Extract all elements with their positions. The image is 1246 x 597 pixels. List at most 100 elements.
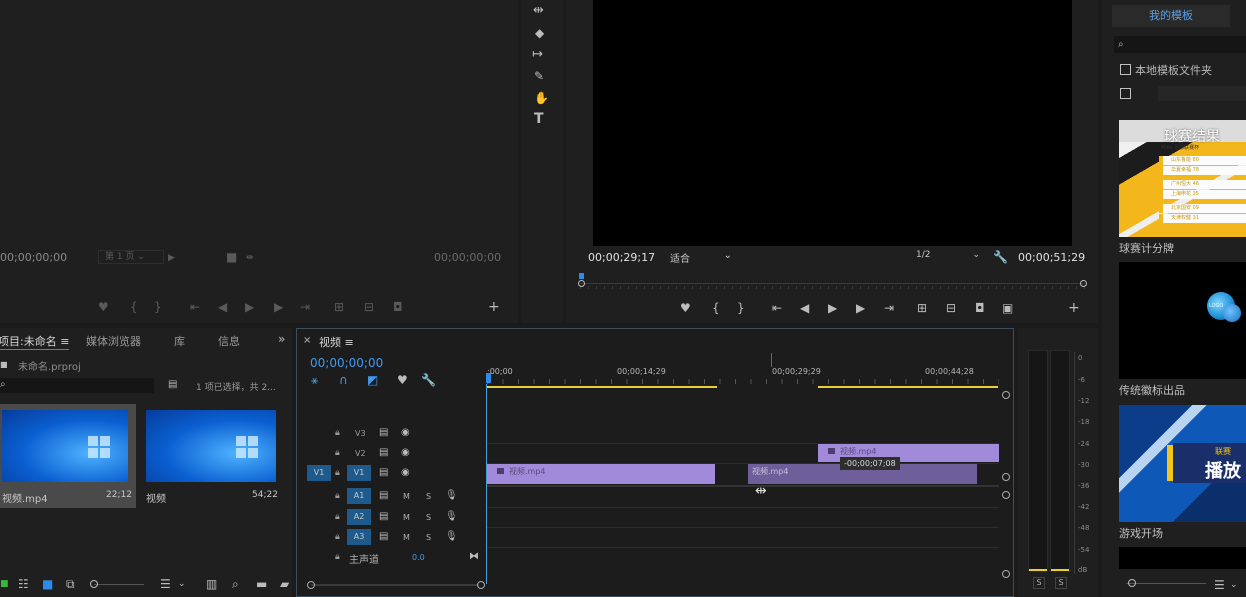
add-marker-icon[interactable]: ♥ — [680, 302, 691, 314]
lock-icon[interactable]: 🔒︎ — [335, 531, 340, 543]
template-thumb-scoreboard[interactable]: 球赛结果 Mike 足球联赛杯 山东鲁能 80 华夏幸福 78 广州恒大 46 … — [1119, 120, 1246, 237]
page-select[interactable]: 第 1 页 ⌄ — [98, 250, 164, 264]
step-forward-icon[interactable]: ▶ — [856, 302, 865, 314]
pen-icon[interactable]: ✎ — [534, 70, 544, 82]
add-marker-icon[interactable]: ♥ — [98, 301, 109, 313]
filter-dropdown[interactable] — [1158, 86, 1246, 101]
microphone-icon[interactable]: 🎙︎ — [445, 531, 458, 543]
track-target-a3[interactable]: A3 — [347, 529, 371, 545]
sync-lock-icon[interactable]: ▤ — [379, 427, 388, 439]
step-back-icon[interactable]: ◀ — [800, 302, 809, 314]
template-thumb-logo[interactable]: LOGO — [1119, 262, 1246, 379]
settings-wrench-icon[interactable]: 🔧 — [421, 374, 436, 386]
time-ruler[interactable]: ;00;00 00;00;14;29 00;00;29;29 00;00;44;… — [486, 353, 999, 391]
mute-button[interactable]: M — [403, 533, 410, 542]
nest-icon[interactable]: ⚹ — [311, 374, 318, 386]
go-to-in-icon[interactable]: ⇤ — [772, 302, 782, 314]
tab-library[interactable]: 库 — [174, 333, 185, 349]
overwrite-icon[interactable]: ⊟ — [364, 301, 374, 313]
freeform-view-icon[interactable]: ⧉ — [66, 578, 75, 590]
mute-button[interactable]: M — [403, 513, 410, 522]
lock-icon[interactable]: ■ — [0, 578, 9, 590]
lock-icon[interactable]: 🔒︎ — [335, 447, 340, 459]
source-timecode[interactable]: 00;00;00;00 — [0, 251, 67, 264]
type-icon[interactable]: T — [534, 112, 544, 126]
project-item[interactable]: 视频.mp4 22;12 — [0, 404, 136, 508]
lock-icon[interactable]: 🔒︎ — [335, 490, 340, 502]
razor-icon[interactable]: ◆ — [535, 27, 544, 39]
stop-icon[interactable]: ■ — [226, 251, 237, 263]
marker-nav-icon[interactable]: ⇼ — [246, 252, 254, 264]
lock-icon[interactable]: 🔒︎ — [335, 467, 340, 479]
project-item[interactable]: 视频 54;22 — [142, 404, 280, 508]
panel-overflow-icon[interactable]: » — [278, 333, 285, 345]
solo-button[interactable]: S — [426, 513, 431, 522]
insert-icon[interactable]: ⊞ — [334, 301, 344, 313]
fit-dropdown[interactable]: 适合 ⌄ — [670, 250, 734, 265]
slip-icon[interactable]: ↦ — [532, 48, 543, 61]
play-icon[interactable]: ▶ — [168, 252, 175, 264]
close-icon[interactable]: × — [303, 335, 311, 347]
mark-in-icon[interactable]: { — [712, 302, 720, 314]
eye-icon[interactable]: ◉ — [401, 447, 410, 459]
snap-icon[interactable]: ∩ — [339, 374, 348, 386]
scroll-handle[interactable] — [1002, 491, 1010, 499]
new-bin-icon[interactable]: ▤ — [168, 379, 177, 391]
scrubber-handle-right[interactable] — [1080, 280, 1087, 287]
list-view-icon[interactable]: ☷ — [18, 578, 29, 590]
scroll-handle[interactable] — [1002, 473, 1010, 481]
settings-wrench-icon[interactable]: 🔧 — [993, 251, 1008, 263]
playhead-marker[interactable] — [579, 273, 584, 279]
tab-sequence[interactable]: 视频 ≡ — [319, 334, 354, 350]
scroll-handle[interactable] — [1002, 391, 1010, 399]
icon-view-icon[interactable]: ■ — [42, 578, 53, 590]
master-value[interactable]: 0.0 — [412, 553, 425, 562]
local-folder-checkbox[interactable] — [1120, 64, 1131, 75]
source-patch-v1[interactable]: V1 — [307, 465, 331, 481]
go-to-in-icon[interactable]: ⇤ — [190, 301, 200, 313]
solo-left-button[interactable]: S — [1033, 577, 1045, 589]
chevron-down-icon[interactable]: ⌄ — [178, 578, 186, 590]
tab-my-templates[interactable]: 我的模板 — [1112, 5, 1230, 27]
export-frame-icon[interactable]: ◘ — [393, 301, 403, 313]
filter-checkbox[interactable] — [1120, 88, 1131, 99]
automate-icon[interactable]: ▥ — [206, 578, 217, 590]
lock-icon[interactable]: 🔒︎ — [335, 511, 340, 523]
mark-in-icon[interactable]: { — [130, 301, 138, 313]
lock-icon[interactable]: 🔒︎ — [335, 551, 340, 563]
template-thumb-next[interactable] — [1119, 547, 1246, 569]
add-button-icon[interactable]: + — [488, 300, 500, 314]
compare-view-icon[interactable]: ▣ — [1002, 302, 1013, 314]
lock-icon[interactable]: 🔒︎ — [335, 427, 340, 439]
sync-lock-icon[interactable]: ▤ — [379, 511, 388, 523]
go-to-out-icon[interactable]: ⇥ — [300, 301, 310, 313]
track-target-a2[interactable]: A2 — [347, 509, 371, 525]
timeline-zoom-scrollbar[interactable] — [307, 581, 485, 589]
zoom-slider-handle[interactable] — [1128, 579, 1136, 587]
clip-v1-a[interactable]: 视频.mp4 — [487, 464, 715, 484]
mute-button[interactable]: M — [403, 492, 410, 501]
ripple-edit-icon[interactable]: ⇹ — [533, 4, 544, 17]
track-target-v1[interactable]: V1 — [347, 465, 371, 481]
microphone-icon[interactable]: 🎙︎ — [445, 511, 458, 523]
sync-lock-icon[interactable]: ▤ — [379, 447, 388, 459]
solo-button[interactable]: S — [426, 533, 431, 542]
thumb-size-slider[interactable] — [94, 584, 144, 585]
eye-icon[interactable]: ◉ — [401, 467, 410, 479]
program-scrubber[interactable] — [578, 273, 1087, 289]
zoom-handle-left[interactable] — [307, 581, 315, 589]
tab-info[interactable]: 信息 — [218, 333, 240, 349]
step-forward-icon[interactable]: ▶ — [274, 301, 283, 313]
lift-icon[interactable]: ⊞ — [917, 302, 927, 314]
sync-lock-icon[interactable]: ▤ — [379, 531, 388, 543]
sort-icon[interactable]: ☰ — [1214, 579, 1225, 591]
extract-icon[interactable]: ⊟ — [946, 302, 956, 314]
add-marker-icon[interactable]: ♥ — [397, 374, 408, 386]
mark-out-icon[interactable]: } — [737, 302, 745, 314]
go-to-end-icon[interactable]: ⧓ — [469, 551, 479, 563]
scroll-handle[interactable] — [1002, 570, 1010, 578]
template-thumb-game-intro[interactable]: 联赛 播放 — [1119, 405, 1246, 522]
microphone-icon[interactable]: 🎙︎ — [445, 490, 458, 502]
eye-icon[interactable]: ◉ — [401, 427, 410, 439]
playhead-marker[interactable] — [486, 373, 491, 383]
